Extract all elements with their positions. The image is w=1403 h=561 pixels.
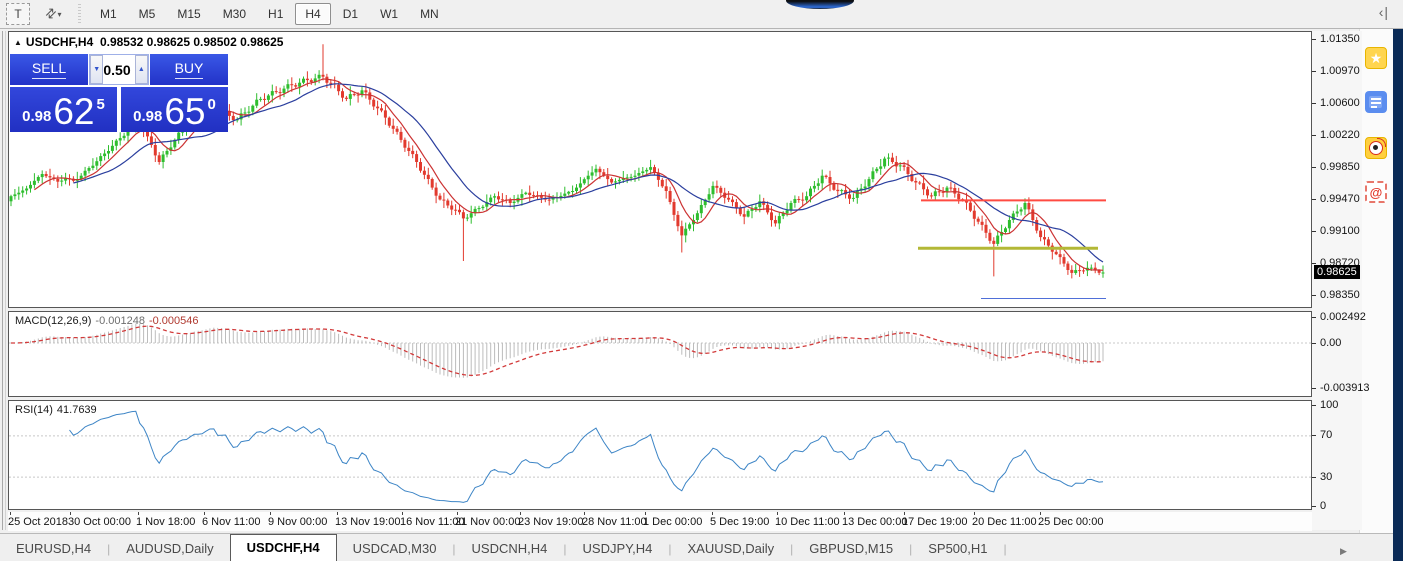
mail-share-icon[interactable]: @ bbox=[1365, 181, 1387, 203]
chart-tab-audusd-daily[interactable]: AUDUSD,Daily bbox=[110, 537, 229, 561]
rsi-axis-label: 30 bbox=[1320, 471, 1332, 483]
news-feed-icon[interactable] bbox=[1365, 91, 1387, 113]
price-axis-label: 0.98350 bbox=[1320, 289, 1360, 301]
timeframe-button-m1[interactable]: M1 bbox=[90, 3, 127, 25]
timeframe-button-h1[interactable]: H1 bbox=[258, 3, 293, 25]
time-axis-label: 25 Oct 2018 bbox=[8, 516, 68, 528]
chart-tab-usdcad-m30[interactable]: USDCAD,M30 bbox=[337, 537, 453, 561]
collapse-panel-icon[interactable]: ‹| bbox=[1379, 5, 1389, 19]
time-axis-label: 23 Nov 19:00 bbox=[518, 516, 583, 528]
sell-price-box[interactable]: 0.98625 bbox=[10, 87, 117, 132]
chart-toolbar: T ⇅▾ M1M5M15M30H1H4D1W1MN bbox=[0, 0, 1403, 29]
left-splitter-line-2 bbox=[5, 31, 6, 530]
time-axis-label: 20 Dec 11:00 bbox=[972, 516, 1037, 528]
time-axis-label: 28 Nov 11:00 bbox=[582, 516, 647, 528]
left-splitter-line[interactable] bbox=[2, 31, 3, 530]
time-axis-label: 6 Nov 11:00 bbox=[202, 516, 261, 528]
time-axis-label: 17 Dec 19:00 bbox=[902, 516, 967, 528]
price-axis-tick bbox=[1312, 135, 1316, 136]
timeframe-button-m30[interactable]: M30 bbox=[213, 3, 256, 25]
rsi-axis-label: 70 bbox=[1320, 429, 1332, 441]
price-axis-label: 1.00220 bbox=[1320, 129, 1360, 141]
chart-tab-usdchf-h4[interactable]: USDCHF,H4 bbox=[230, 534, 337, 561]
time-axis-label: 9 Nov 00:00 bbox=[268, 516, 327, 528]
right-edge-strip bbox=[1393, 29, 1403, 561]
chart-title: ▲USDCHF,H4 0.98532 0.98625 0.98502 0.986… bbox=[14, 35, 283, 49]
volume-decrease-button[interactable]: ▼ bbox=[90, 55, 103, 84]
price-axis-tick bbox=[1312, 199, 1316, 200]
chart-tab-eurusd-h4[interactable]: EURUSD,H4 bbox=[0, 537, 107, 561]
text-label-tool-button[interactable]: T bbox=[6, 3, 30, 25]
time-axis[interactable]: 25 Oct 201830 Oct 00:00 1 Nov 18:00 6 Nov … bbox=[8, 512, 1312, 531]
timeframe-button-h4[interactable]: H4 bbox=[295, 3, 330, 25]
time-axis-label: 1 Nov 18:00 bbox=[136, 516, 195, 528]
price-axis-tick bbox=[1312, 103, 1316, 104]
volume-stepper: ▼ 0.50 ▲ bbox=[89, 54, 149, 85]
rsi-indicator-panel[interactable]: RSI(14)41.7639 bbox=[8, 400, 1312, 510]
price-axis[interactable]: 1.01350 1.00970 1.00600 1.00220 0.99850 0.994… bbox=[1312, 31, 1362, 530]
tab-scroll-right-icon[interactable]: ▶ bbox=[1340, 546, 1347, 557]
macd-label: MACD(12,26,9)-0.001248-0.000546 bbox=[15, 315, 199, 327]
timeframe-button-group: M1M5M15M30H1H4D1W1MN bbox=[89, 3, 450, 25]
time-axis-label: 5 Dec 19:00 bbox=[710, 516, 769, 528]
timeframe-button-m5[interactable]: M5 bbox=[129, 3, 166, 25]
price-axis-label: 1.01350 bbox=[1320, 33, 1360, 45]
macd-axis-label: 0.00 bbox=[1320, 337, 1341, 349]
chart-ohlc-values: 0.98532 0.98625 0.98502 0.98625 bbox=[100, 35, 284, 49]
price-axis-label: 0.99470 bbox=[1320, 193, 1360, 205]
rsi-axis-label: 0 bbox=[1320, 500, 1326, 512]
buy-button[interactable]: BUY bbox=[150, 54, 228, 85]
timeframe-button-m15[interactable]: M15 bbox=[167, 3, 210, 25]
chart-tab-sp500-h1[interactable]: SP500,H1 bbox=[912, 537, 1003, 561]
arrows-icon: ⇅ bbox=[40, 4, 59, 23]
macd-axis-label: 0.002492 bbox=[1320, 311, 1366, 323]
time-axis-label: 21 Nov 00:00 bbox=[455, 516, 520, 528]
timeframe-button-mn[interactable]: MN bbox=[410, 3, 449, 25]
volume-value[interactable]: 0.50 bbox=[103, 55, 134, 84]
volume-increase-button[interactable]: ▲ bbox=[135, 55, 148, 84]
current-price-badge: 0.98625 bbox=[1314, 265, 1360, 279]
time-axis-label: 13 Dec 00:00 bbox=[842, 516, 907, 528]
chart-tab-usdjpy-h4[interactable]: USDJPY,H4 bbox=[567, 537, 669, 561]
trading-terminal-window: T ⇅▾ M1M5M15M30H1H4D1W1MN ‹| ★ @ ▲USDCHF… bbox=[0, 0, 1403, 561]
time-axis-label: 30 Oct 00:00 bbox=[68, 516, 131, 528]
time-axis-label: 25 Dec 00:00 bbox=[1038, 516, 1103, 528]
chart-tab-usdcnh-h4[interactable]: USDCNH,H4 bbox=[456, 537, 564, 561]
chart-tab-gbpusd-m15[interactable]: GBPUSD,M15 bbox=[793, 537, 909, 561]
price-axis-label: 1.00970 bbox=[1320, 65, 1360, 77]
favorites-star-icon[interactable]: ★ bbox=[1365, 47, 1387, 69]
toolbar-grip[interactable] bbox=[78, 4, 81, 24]
timeframe-button-d1[interactable]: D1 bbox=[333, 3, 368, 25]
objects-tool-button[interactable]: ⇅▾ bbox=[38, 4, 68, 24]
share-sidebar: ★ @ bbox=[1359, 29, 1393, 561]
time-axis-label: 10 Dec 11:00 bbox=[775, 516, 840, 528]
macd-indicator-panel[interactable]: MACD(12,26,9)-0.001248-0.000546 bbox=[8, 311, 1312, 397]
time-axis-label: 1 Dec 00:00 bbox=[643, 516, 702, 528]
one-click-trading-widget: SELL ▼ 0.50 ▲ BUY 0.98625 0.98650 bbox=[10, 54, 228, 132]
sell-button[interactable]: SELL bbox=[10, 54, 88, 85]
chart-tab-bar: EURUSD,H4|AUDUSD,DailyUSDCHF,H4USDCAD,M3… bbox=[0, 533, 1393, 561]
macd-axis-label: -0.003913 bbox=[1320, 382, 1370, 394]
chart-tab-xauusd-daily[interactable]: XAUUSD,Daily bbox=[671, 537, 790, 561]
buy-price-box[interactable]: 0.98650 bbox=[121, 87, 228, 132]
rsi-chart bbox=[9, 401, 1311, 509]
price-axis-tick bbox=[1312, 231, 1316, 232]
weibo-share-icon[interactable] bbox=[1365, 137, 1387, 159]
price-axis-label: 0.99100 bbox=[1320, 225, 1360, 237]
price-axis-tick bbox=[1312, 39, 1316, 40]
symbol-triangle-icon: ▲ bbox=[14, 38, 22, 47]
price-axis-label: 0.99850 bbox=[1320, 161, 1360, 173]
time-axis-label: 13 Nov 19:00 bbox=[335, 516, 400, 528]
price-axis-tick bbox=[1312, 71, 1316, 72]
rsi-label: RSI(14)41.7639 bbox=[15, 404, 97, 416]
price-axis-label: 1.00600 bbox=[1320, 97, 1360, 109]
macd-chart bbox=[9, 312, 1311, 396]
timeframe-button-w1[interactable]: W1 bbox=[370, 3, 408, 25]
rsi-axis-label: 100 bbox=[1320, 399, 1338, 411]
price-axis-tick bbox=[1312, 167, 1316, 168]
price-axis-tick bbox=[1312, 295, 1316, 296]
